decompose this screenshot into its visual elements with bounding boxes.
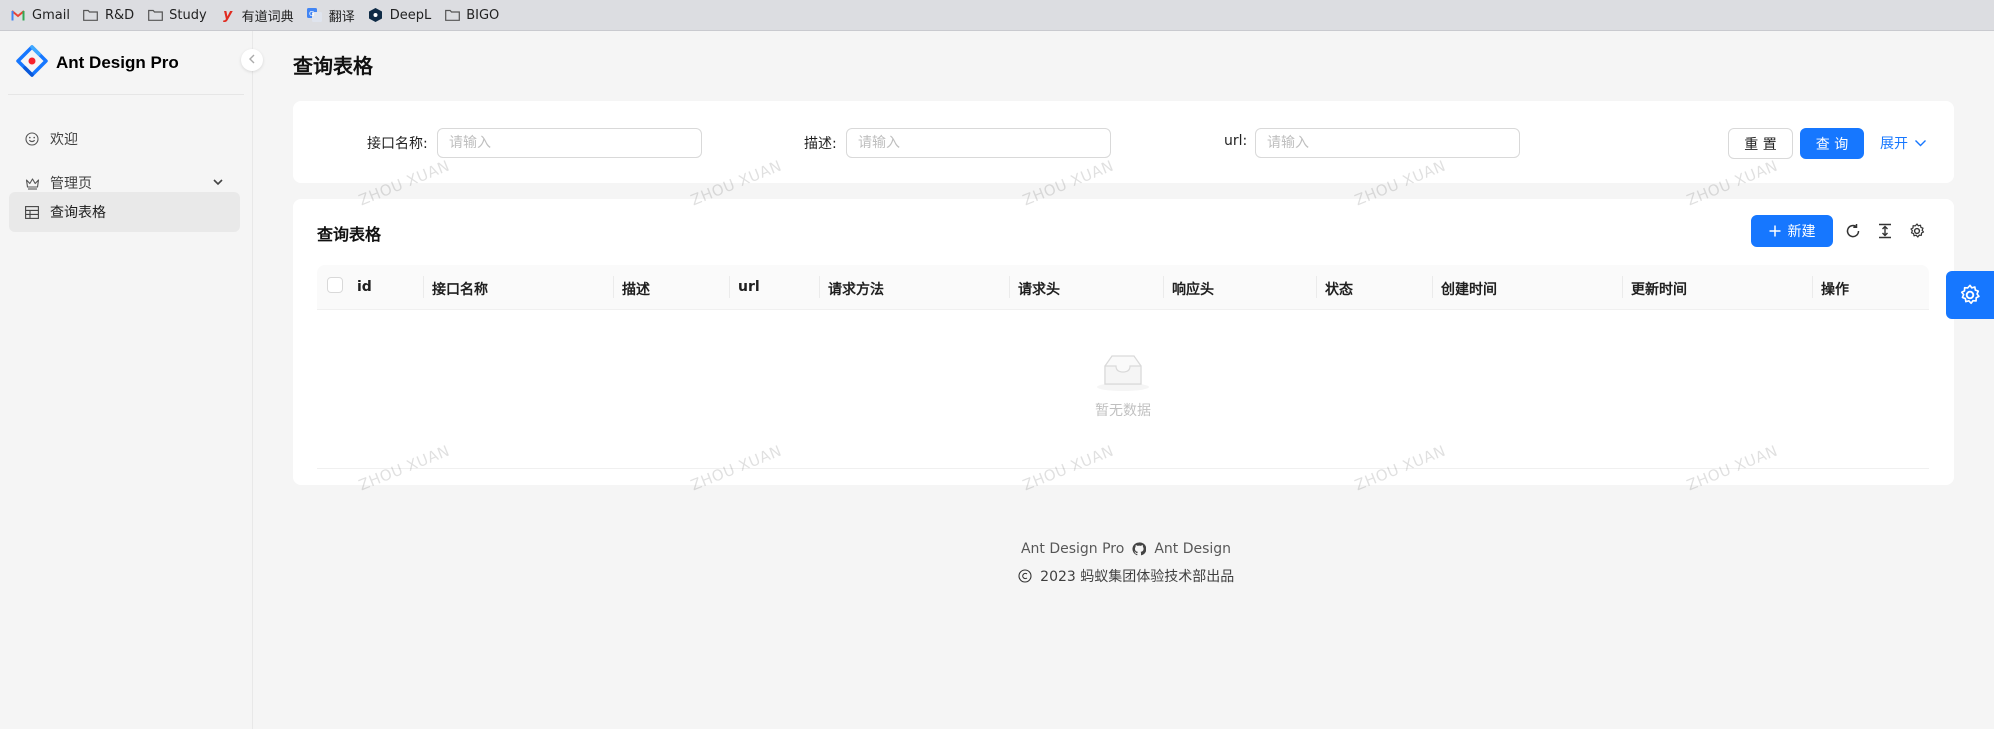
expand-button-label: 展开 bbox=[1880, 136, 1908, 152]
query-button-label: 查 询 bbox=[1815, 136, 1849, 153]
table-title: 查询表格 bbox=[317, 225, 382, 244]
field-label-desc: 描述: bbox=[804, 136, 837, 152]
folder-icon bbox=[444, 8, 460, 22]
translate-icon: G bbox=[307, 8, 323, 22]
bookmarks-bar: Gmail R&D Study y 有道词典 G 翻译 DeepL BIGO bbox=[0, 0, 1994, 31]
bookmark-label: R&D bbox=[104, 7, 135, 23]
copyright-icon bbox=[1018, 569, 1032, 583]
column-separator bbox=[613, 276, 614, 298]
column-header-response-headers[interactable]: 响应头 bbox=[1172, 279, 1214, 299]
app-logo[interactable]: Ant Design Pro bbox=[16, 45, 179, 81]
settings-drawer-button[interactable] bbox=[1946, 271, 1994, 319]
name-input[interactable] bbox=[437, 128, 702, 158]
smile-icon bbox=[24, 132, 40, 146]
column-header-id[interactable]: id bbox=[357, 279, 372, 295]
plus-icon bbox=[1769, 225, 1781, 237]
field-label-name: 接口名称: bbox=[367, 136, 428, 152]
footer-link-ant-design-pro[interactable]: Ant Design Pro bbox=[1021, 541, 1124, 557]
footer-link-ant-design[interactable]: Ant Design bbox=[1154, 541, 1231, 557]
bookmark-gmail[interactable]: Gmail bbox=[10, 0, 70, 30]
empty-text: 暂无数据 bbox=[1095, 403, 1151, 419]
sidebar-item-query-table[interactable]: 查询表格 bbox=[9, 192, 240, 232]
bookmark-youdao[interactable]: y 有道词典 bbox=[220, 0, 294, 30]
column-header-url[interactable]: url bbox=[738, 279, 760, 295]
sidebar-collapse-button[interactable] bbox=[241, 49, 263, 71]
sidebar-item-label: 管理页 bbox=[50, 176, 92, 192]
column-header-created-at[interactable]: 创建时间 bbox=[1441, 279, 1497, 299]
bookmark-label: DeepL bbox=[389, 7, 432, 23]
column-height-icon[interactable] bbox=[1876, 222, 1894, 240]
table-icon bbox=[24, 205, 40, 219]
empty-inbox-icon bbox=[1095, 352, 1151, 396]
chevron-down-icon bbox=[212, 176, 224, 192]
bookmark-study[interactable]: Study bbox=[147, 0, 207, 30]
bookmark-rnd[interactable]: R&D bbox=[83, 0, 134, 30]
table-card bbox=[293, 199, 1954, 485]
column-header-actions[interactable]: 操作 bbox=[1821, 279, 1849, 299]
ant-design-logo-icon bbox=[16, 45, 48, 81]
select-all-checkbox[interactable] bbox=[327, 277, 343, 293]
column-separator bbox=[1812, 276, 1813, 298]
sidebar-item-label: 查询表格 bbox=[50, 205, 106, 221]
url-input[interactable] bbox=[1255, 128, 1520, 158]
deepl-icon bbox=[368, 8, 384, 22]
column-separator bbox=[1622, 276, 1623, 298]
footer-links: Ant Design Pro Ant Design bbox=[0, 541, 1994, 557]
divider bbox=[8, 94, 244, 95]
column-header-name[interactable]: 接口名称 bbox=[432, 279, 488, 299]
sidebar-item-welcome[interactable]: 欢迎 bbox=[9, 119, 240, 159]
query-button[interactable]: 查 询 bbox=[1800, 128, 1864, 159]
reset-button[interactable]: 重 置 bbox=[1728, 128, 1793, 159]
bookmark-translate[interactable]: G 翻译 bbox=[307, 0, 355, 30]
youdao-icon: y bbox=[223, 7, 233, 23]
sidebar: Ant Design Pro 欢迎 管理页 查询表格 bbox=[0, 31, 253, 729]
bookmark-deepl[interactable]: DeepL bbox=[368, 0, 432, 30]
column-header-desc[interactable]: 描述 bbox=[622, 279, 650, 299]
column-header-method[interactable]: 请求方法 bbox=[828, 279, 884, 299]
table-header: id 接口名称 描述 url 请求方法 请求头 响应头 状态 创建时间 更新时间… bbox=[317, 265, 1929, 310]
svg-text:G: G bbox=[309, 10, 314, 18]
copyright-text: 2023 蚂蚁集团体验技术部出品 bbox=[1040, 569, 1235, 585]
settings-icon[interactable] bbox=[1908, 222, 1926, 240]
column-separator bbox=[423, 276, 424, 298]
footer-copyright: 2023 蚂蚁集团体验技术部出品 bbox=[0, 566, 1994, 586]
folder-icon bbox=[83, 8, 99, 22]
reset-button-label: 重 置 bbox=[1744, 136, 1777, 153]
expand-button[interactable]: 展开 bbox=[1880, 133, 1927, 153]
column-header-updated-at[interactable]: 更新时间 bbox=[1631, 279, 1687, 299]
new-button[interactable]: 新建 bbox=[1751, 215, 1833, 247]
bookmark-label: Gmail bbox=[32, 7, 70, 23]
column-separator bbox=[729, 276, 730, 298]
bookmark-label: 有道词典 bbox=[241, 9, 294, 25]
github-icon[interactable] bbox=[1132, 541, 1147, 557]
reload-icon[interactable] bbox=[1844, 222, 1862, 240]
field-label-url: url: bbox=[1224, 133, 1248, 149]
chevron-down-icon bbox=[1914, 138, 1927, 148]
column-separator bbox=[1163, 276, 1164, 298]
bookmark-label: 翻译 bbox=[328, 9, 355, 25]
app-title: Ant Design Pro bbox=[56, 53, 179, 72]
chevron-left-icon bbox=[248, 53, 256, 67]
crown-icon bbox=[24, 177, 40, 190]
bookmark-label: BIGO bbox=[466, 7, 500, 23]
gmail-icon bbox=[10, 8, 26, 22]
bookmark-label: Study bbox=[169, 7, 207, 23]
bookmark-bigo[interactable]: BIGO bbox=[444, 0, 499, 30]
folder-icon bbox=[147, 8, 163, 22]
column-separator bbox=[1432, 276, 1433, 298]
column-header-status[interactable]: 状态 bbox=[1325, 279, 1353, 299]
empty-state: 暂无数据 bbox=[1060, 352, 1186, 420]
column-separator bbox=[1316, 276, 1317, 298]
new-button-label: 新建 bbox=[1787, 224, 1816, 240]
table-bottom-border bbox=[317, 468, 1929, 469]
settings-icon bbox=[1959, 284, 1981, 306]
column-separator bbox=[1009, 276, 1010, 298]
desc-input[interactable] bbox=[846, 128, 1111, 158]
column-separator bbox=[819, 276, 820, 298]
sidebar-item-label: 欢迎 bbox=[50, 132, 78, 148]
column-header-request-headers[interactable]: 请求头 bbox=[1018, 279, 1060, 299]
page-title: 查询表格 bbox=[293, 54, 373, 78]
